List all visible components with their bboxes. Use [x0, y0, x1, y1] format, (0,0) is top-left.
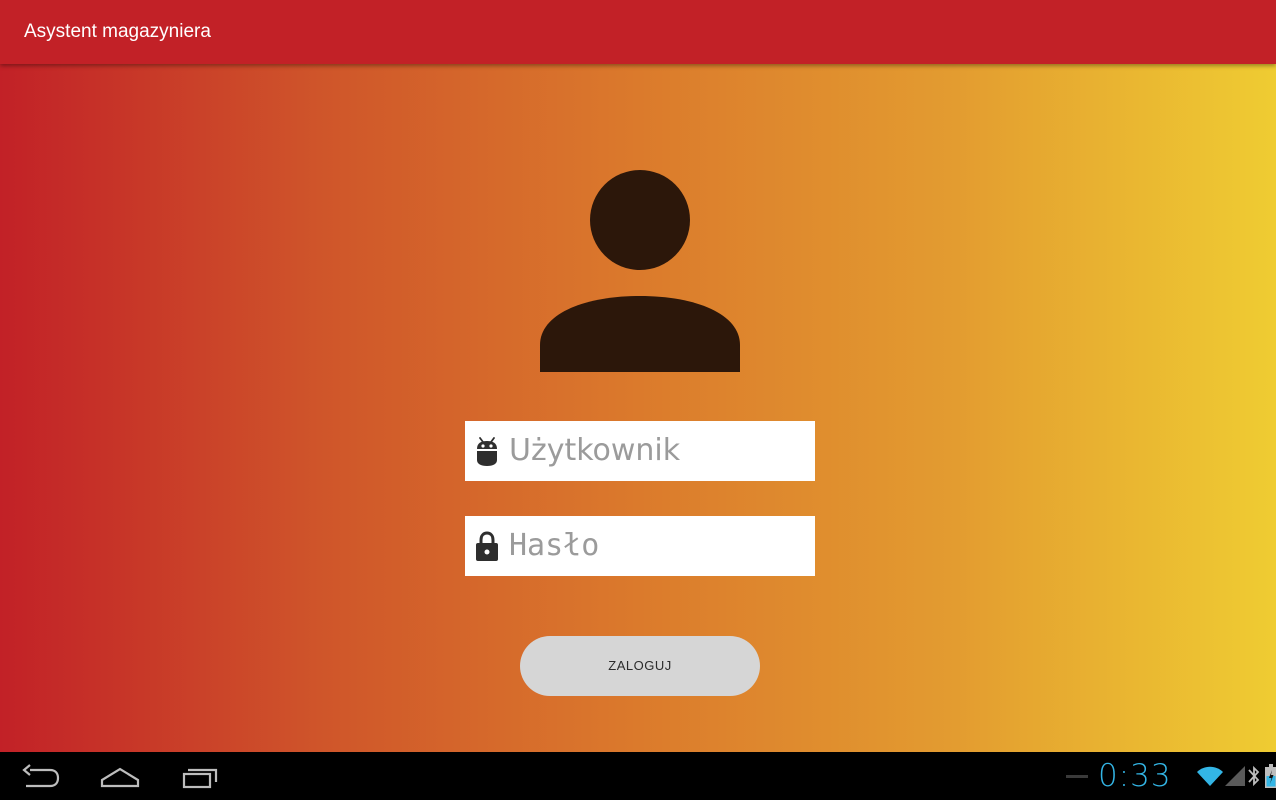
system-navigation-bar: 0:33 — [0, 752, 1276, 800]
app-title: Asystent magazyniera — [24, 21, 211, 42]
app-bar: Asystent magazyniera — [0, 0, 1276, 64]
username-field[interactable]: Użytkownik — [465, 421, 815, 481]
android-icon — [477, 437, 497, 466]
back-icon[interactable] — [16, 760, 64, 792]
home-icon[interactable] — [96, 760, 144, 792]
notification-indicator — [1066, 775, 1088, 778]
password-input[interactable]: Hasło — [509, 528, 599, 564]
battery-icon — [1265, 764, 1276, 788]
recents-icon[interactable] — [176, 760, 224, 792]
bluetooth-icon — [1248, 765, 1260, 787]
signal-icon — [1225, 766, 1245, 786]
username-input[interactable]: Użytkownik — [509, 433, 680, 469]
login-button[interactable]: ZALOGUJ — [520, 636, 760, 696]
login-screen: Użytkownik Hasło ZALOGUJ — [0, 64, 1276, 752]
person-icon — [540, 170, 740, 372]
password-field[interactable]: Hasło — [465, 516, 815, 576]
wifi-icon — [1197, 766, 1223, 786]
lock-icon — [476, 531, 498, 561]
status-area[interactable]: 0:33 — [1028, 752, 1276, 800]
clock: 0:33 — [1098, 758, 1172, 794]
